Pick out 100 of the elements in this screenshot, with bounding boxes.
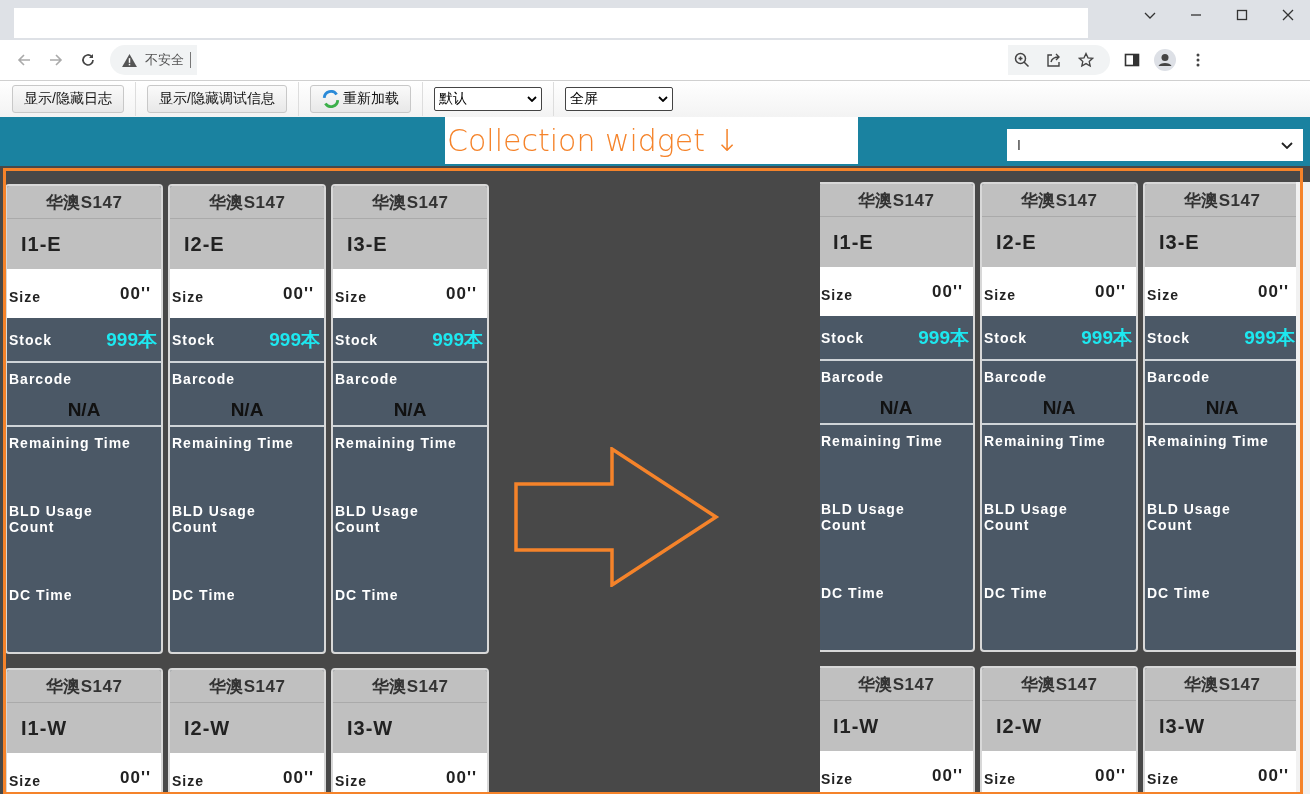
field-label: Size xyxy=(1147,770,1179,787)
stock-value: 999本 xyxy=(269,327,320,352)
refresh-icon xyxy=(321,90,340,108)
station-code: I2-W xyxy=(170,703,324,753)
field-label: Stock xyxy=(9,331,53,348)
field-label: Barcode xyxy=(335,371,400,387)
card-title: 华澳S147 xyxy=(170,186,324,219)
size-value: 00'' xyxy=(120,767,151,788)
size-value: 00'' xyxy=(120,283,151,304)
field-label: Stock xyxy=(1147,329,1191,346)
barcode-value: N/A xyxy=(393,399,427,421)
maximize-icon[interactable] xyxy=(1235,8,1249,22)
card-title: 华澳S147 xyxy=(170,670,324,703)
stock-value: 999本 xyxy=(1244,325,1295,350)
field-label: Size xyxy=(9,772,41,789)
toolbar-button[interactable]: 显示/隐藏日志 xyxy=(12,85,124,113)
annotation-label: Collection widget ↓ xyxy=(445,117,858,164)
station-code: I1-E xyxy=(7,219,161,269)
barcode-value: N/A xyxy=(67,399,101,421)
size-value: 00'' xyxy=(1095,281,1126,302)
station-code: I1-W xyxy=(7,703,161,753)
field-label: BLD Usage Count xyxy=(9,503,94,535)
field-label: Barcode xyxy=(1147,369,1212,385)
card-title: 华澳S147 xyxy=(982,668,1136,701)
field-label: Barcode xyxy=(821,369,886,385)
security-label: 不安全 xyxy=(145,51,184,69)
barcode-value: N/A xyxy=(230,399,264,421)
stock-value: 999本 xyxy=(106,327,157,352)
warning-icon xyxy=(122,53,137,67)
reload-icon[interactable] xyxy=(80,52,96,68)
field-label: BLD Usage Count xyxy=(335,503,420,535)
star-icon[interactable] xyxy=(1078,52,1094,68)
barcode-value: N/A xyxy=(879,397,913,419)
dropdown[interactable]: 全屏 xyxy=(564,87,673,111)
station-code: I2-W xyxy=(982,701,1136,751)
field-label: Size xyxy=(172,772,204,789)
chevron-down-icon xyxy=(526,96,537,102)
field-label: Stock xyxy=(335,331,379,348)
card-title: 华澳S147 xyxy=(1145,668,1296,701)
close-icon[interactable] xyxy=(1281,8,1295,22)
chevron-down-icon xyxy=(1281,141,1293,149)
share-icon[interactable] xyxy=(1046,52,1062,68)
side-panel-icon[interactable] xyxy=(1124,52,1140,68)
zoom-icon[interactable] xyxy=(1014,52,1030,68)
address-bar[interactable]: 不安全 xyxy=(110,45,1110,75)
stock-value: 999本 xyxy=(432,327,483,352)
field-label: Size xyxy=(335,288,367,305)
size-value: 00'' xyxy=(1258,281,1289,302)
field-label: Remaining Time xyxy=(1147,433,1269,449)
station-code: I1-E xyxy=(820,217,973,267)
station-code: I3-E xyxy=(333,219,487,269)
size-value: 00'' xyxy=(446,767,477,788)
station-code: I3-E xyxy=(1145,217,1296,267)
size-value: 00'' xyxy=(1095,765,1126,786)
station-code: I1-W xyxy=(820,701,973,751)
field-label: Barcode xyxy=(984,369,1049,385)
size-value: 00'' xyxy=(932,765,963,786)
field-label: DC Time xyxy=(984,585,1048,601)
field-label: Remaining Time xyxy=(172,435,294,451)
chevron-down-icon xyxy=(657,96,668,102)
field-label: BLD Usage Count xyxy=(821,501,906,533)
field-label: BLD Usage Count xyxy=(172,503,257,535)
toolbar-button[interactable]: 重新加载 xyxy=(309,85,411,113)
toolbar-button[interactable]: 显示/隐藏调试信息 xyxy=(146,85,287,113)
field-label: DC Time xyxy=(335,587,399,603)
station-code: I2-E xyxy=(982,217,1136,267)
station-code: I3-W xyxy=(333,703,487,753)
field-label: Barcode xyxy=(172,371,237,387)
field-label: Size xyxy=(172,288,204,305)
profile-icon[interactable] xyxy=(1154,49,1176,71)
card-title: 华澳S147 xyxy=(982,184,1136,217)
card-title: 华澳S147 xyxy=(7,670,161,703)
field-label: BLD Usage Count xyxy=(1147,501,1232,533)
field-label: Remaining Time xyxy=(335,435,457,451)
field-label: DC Time xyxy=(1147,585,1211,601)
size-value: 00'' xyxy=(1258,765,1289,786)
field-label: DC Time xyxy=(172,587,236,603)
field-label: BLD Usage Count xyxy=(984,501,1069,533)
station-code: I2-E xyxy=(170,219,324,269)
field-label: DC Time xyxy=(821,585,885,601)
field-label: DC Time xyxy=(9,587,73,603)
barcode-value: N/A xyxy=(1205,397,1239,419)
dropdown[interactable]: I xyxy=(1007,129,1303,161)
card-title: 华澳S147 xyxy=(820,184,973,217)
field-label: Remaining Time xyxy=(821,433,943,449)
card-title: 华澳S147 xyxy=(1145,184,1296,217)
dropdown[interactable]: 默认 xyxy=(433,87,542,111)
field-label: Barcode xyxy=(9,371,74,387)
station-code: I3-W xyxy=(1145,701,1296,751)
barcode-value: N/A xyxy=(1042,397,1076,419)
stock-value: 999本 xyxy=(1081,325,1132,350)
field-label: Size xyxy=(821,286,853,303)
field-label: Size xyxy=(9,288,41,305)
card-title: 华澳S147 xyxy=(820,668,973,701)
field-label: Stock xyxy=(984,329,1028,346)
size-value: 00'' xyxy=(932,281,963,302)
field-label: Remaining Time xyxy=(9,435,131,451)
field-label: Size xyxy=(335,772,367,789)
size-value: 00'' xyxy=(283,283,314,304)
size-value: 00'' xyxy=(283,767,314,788)
